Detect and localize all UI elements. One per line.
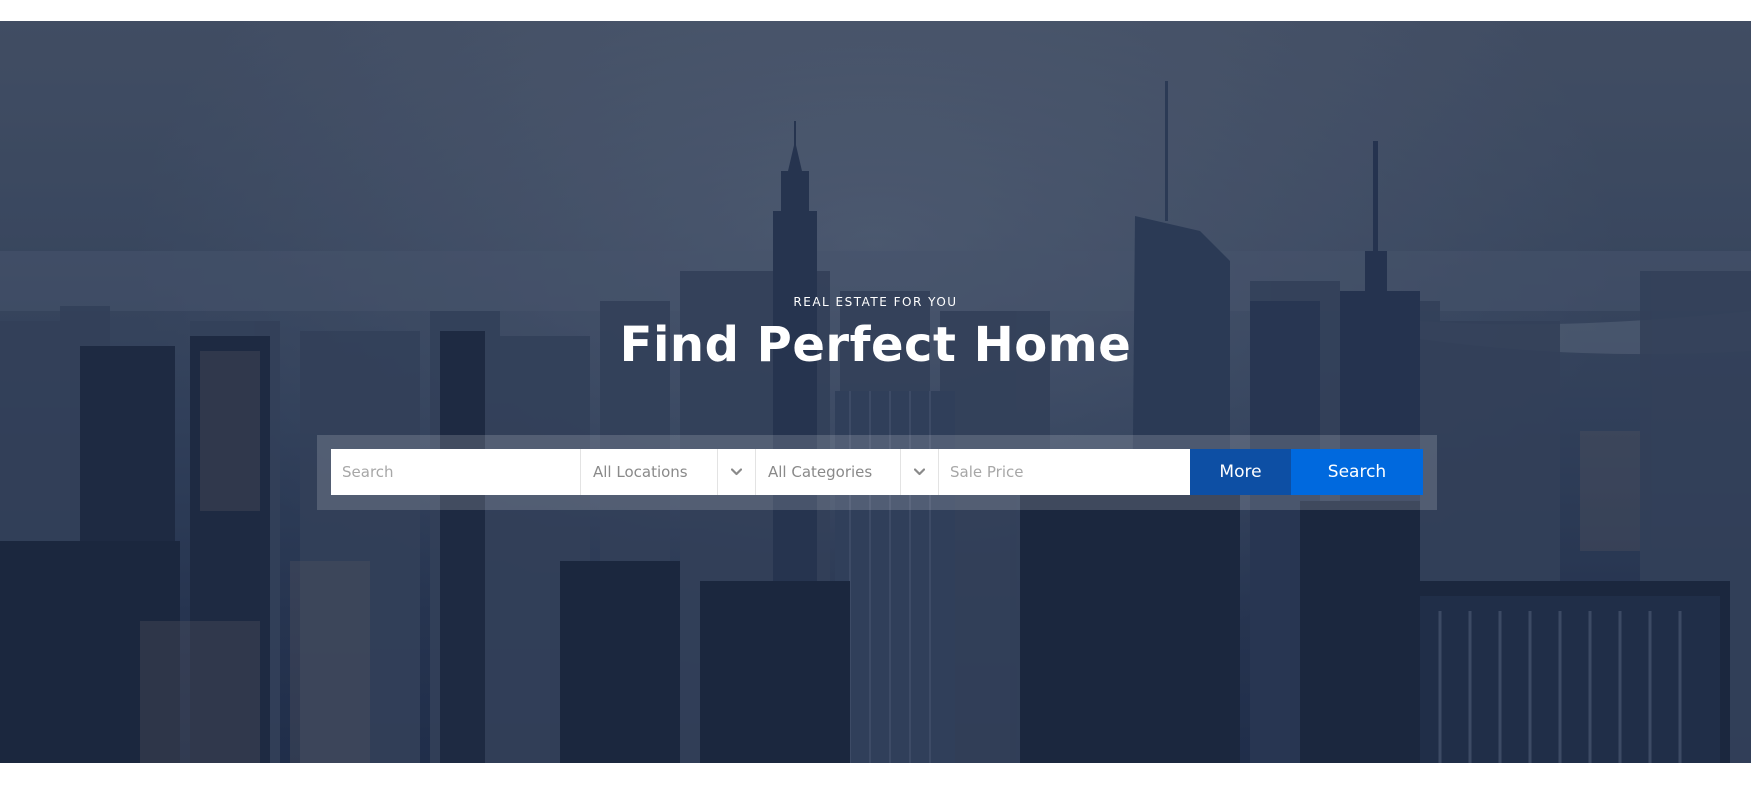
search-button[interactable]: Search <box>1291 449 1423 495</box>
category-select-value: All Categories <box>768 463 873 481</box>
hero-title: Find Perfect Home <box>619 317 1132 373</box>
hero-section: REAL ESTATE FOR YOU Find Perfect Home Al… <box>0 21 1751 763</box>
sale-price-input[interactable] <box>939 449 1190 495</box>
sale-price-field <box>939 449 1190 495</box>
page: REAL ESTATE FOR YOU Find Perfect Home Al… <box>0 0 1751 789</box>
search-field <box>331 449 581 495</box>
more-button[interactable]: More <box>1190 449 1291 495</box>
location-select-value: All Locations <box>593 463 688 481</box>
search-input[interactable] <box>331 449 580 495</box>
property-search-form: All Locations All Categories <box>331 449 1423 495</box>
hero-content: REAL ESTATE FOR YOU Find Perfect Home Al… <box>0 21 1751 763</box>
search-form-container: All Locations All Categories <box>317 435 1437 510</box>
category-select[interactable]: All Categories <box>756 449 939 495</box>
hero-kicker: REAL ESTATE FOR YOU <box>793 295 958 309</box>
chevron-down-icon[interactable] <box>717 449 755 495</box>
chevron-down-icon[interactable] <box>900 449 938 495</box>
location-select[interactable]: All Locations <box>581 449 756 495</box>
